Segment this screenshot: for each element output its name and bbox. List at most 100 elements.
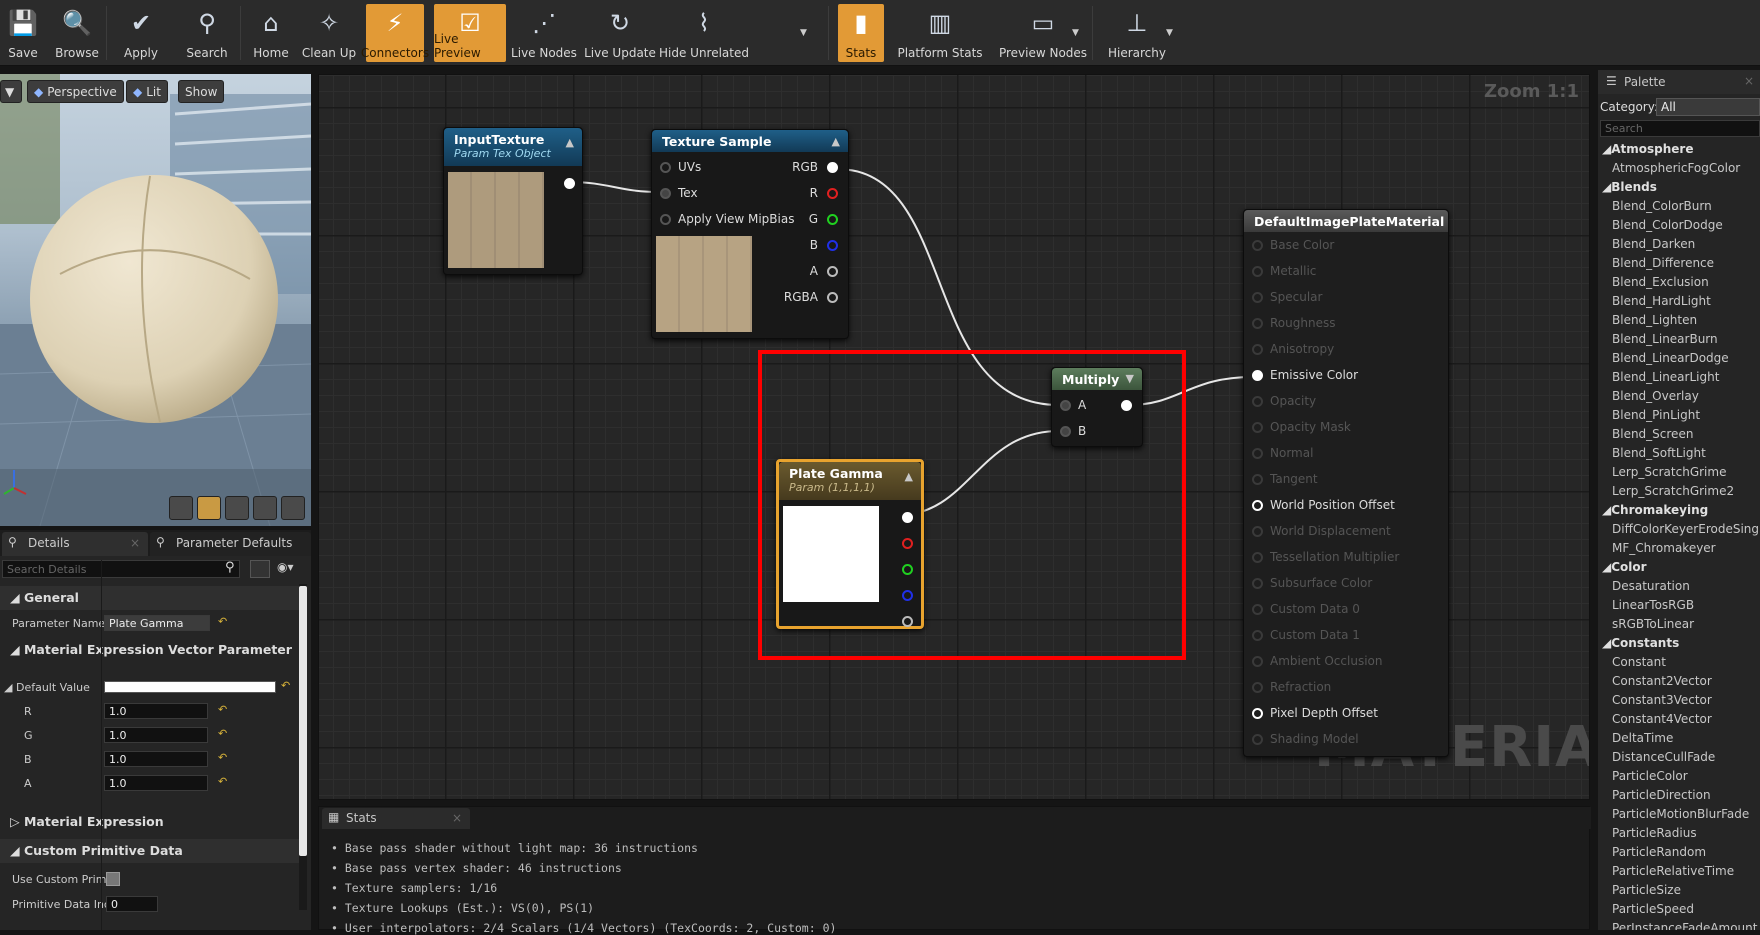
material-pin-metallic[interactable] xyxy=(1252,266,1263,277)
primitive-data-index-field[interactable]: 0 xyxy=(106,896,158,912)
material-pin-emissive-color[interactable] xyxy=(1252,370,1263,381)
viewport-menu-button[interactable]: ▼ xyxy=(0,80,22,103)
node-texture-sample[interactable]: Texture Sample ▲ UVs Tex Apply View MipB… xyxy=(651,129,849,339)
palette-item[interactable]: Blend_LinearDodge xyxy=(1612,351,1729,365)
reset-icon[interactable]: ↶ xyxy=(218,775,227,788)
palette-item[interactable]: Blend_Lighten xyxy=(1612,313,1697,327)
toolbar-button-live-update[interactable]: ↻ Live Update xyxy=(582,4,658,62)
output-pin[interactable] xyxy=(1121,400,1132,411)
palette-item[interactable]: Blend_Exclusion xyxy=(1612,275,1709,289)
palette-item[interactable]: ParticleRelativeTime xyxy=(1612,864,1734,878)
preview-viewport[interactable]: ▼ ◆ Perspective ◆ Lit Show xyxy=(0,74,311,526)
palette-item[interactable]: Lerp_ScratchGrime2 xyxy=(1612,484,1734,498)
material-pin-world-displacement[interactable] xyxy=(1252,526,1263,537)
parameter-name-field[interactable]: Plate Gamma xyxy=(104,615,210,631)
close-icon[interactable]: × xyxy=(130,536,140,550)
palette-item[interactable]: Blend_PinLight xyxy=(1612,408,1700,422)
toolbar-button-clean-up[interactable]: ✧ Clean Up xyxy=(298,4,360,62)
plane-icon[interactable] xyxy=(225,496,249,520)
material-pin-world-position-offset[interactable] xyxy=(1252,500,1263,511)
details-scrollbar[interactable] xyxy=(299,584,307,910)
palette-item[interactable]: ParticleMotionBlurFade xyxy=(1612,807,1749,821)
r-pin[interactable] xyxy=(827,188,838,199)
tex-pin[interactable] xyxy=(660,188,671,199)
palette-item[interactable]: Constant3Vector xyxy=(1612,693,1712,707)
toolbar-button-save[interactable]: 💾 Save xyxy=(4,4,42,62)
palette-item[interactable]: ParticleSize xyxy=(1612,883,1681,897)
material-graph[interactable]: Zoom 1:1 MATERIAL InputTexture Param Tex… xyxy=(318,74,1590,800)
palette-search-input[interactable]: Search xyxy=(1600,120,1760,137)
material-pin-subsurface-color[interactable] xyxy=(1252,578,1263,589)
material-pin-tessellation-multiplier[interactable] xyxy=(1252,552,1263,563)
category-general[interactable]: ◢ General xyxy=(0,586,300,610)
b-input-pin[interactable] xyxy=(1060,426,1071,437)
toolbar-button-live-nodes[interactable]: ⋰ Live Nodes xyxy=(508,4,580,62)
palette-item[interactable]: DeltaTime xyxy=(1612,731,1673,745)
material-pin-normal[interactable] xyxy=(1252,448,1263,459)
view-options-button[interactable] xyxy=(250,560,270,578)
material-pin-tangent[interactable] xyxy=(1252,474,1263,485)
mipbias-pin[interactable] xyxy=(660,214,671,225)
output-pin[interactable] xyxy=(564,178,575,189)
category-vector-parameter[interactable]: ◢ Material Expression Vector Parameter xyxy=(0,638,300,662)
collapse-arrow-icon[interactable]: ▲ xyxy=(905,470,913,483)
palette-item[interactable]: PerInstanceFadeAmount xyxy=(1612,921,1757,930)
rgba-pin[interactable] xyxy=(827,292,838,303)
collapse-arrow-icon[interactable]: ▲ xyxy=(832,135,840,148)
toolbar-button-connectors[interactable]: ⚡ Connectors xyxy=(361,4,429,62)
palette-item[interactable]: Blend_ColorDodge xyxy=(1612,218,1723,232)
a-pin[interactable] xyxy=(827,266,838,277)
palette-item[interactable]: Blend_Screen xyxy=(1612,427,1693,441)
material-pin-base-color[interactable] xyxy=(1252,240,1263,251)
cube-icon[interactable] xyxy=(253,496,277,520)
a-input-pin[interactable] xyxy=(1060,400,1071,411)
close-icon[interactable]: × xyxy=(452,811,462,825)
material-pin-shading-model[interactable] xyxy=(1252,734,1263,745)
toolbar-button-search[interactable]: ⚲ Search xyxy=(172,4,242,62)
g-pin[interactable] xyxy=(902,564,913,575)
collapse-arrow-icon[interactable]: ▲ xyxy=(566,136,574,149)
reset-icon[interactable]: ↶ xyxy=(218,615,227,628)
b-pin[interactable] xyxy=(827,240,838,251)
palette-item[interactable]: ParticleDirection xyxy=(1612,788,1711,802)
sphere-icon[interactable] xyxy=(197,496,221,520)
palette-item[interactable]: DistanceCullFade xyxy=(1612,750,1715,764)
rgb-pin[interactable] xyxy=(902,512,913,523)
palette-item[interactable]: Blend_HardLight xyxy=(1612,294,1711,308)
material-pin-opacity[interactable] xyxy=(1252,396,1263,407)
material-pin-custom-data-0[interactable] xyxy=(1252,604,1263,615)
node-input-texture[interactable]: InputTexture Param Tex Object ▲ xyxy=(443,127,583,275)
palette-item[interactable]: Constant2Vector xyxy=(1612,674,1712,688)
palette-item[interactable]: ParticleSpeed xyxy=(1612,902,1694,916)
category-custom-primitive-data[interactable]: ◢ Custom Primitive Data xyxy=(0,839,300,863)
toolbar-button-apply[interactable]: ✔ Apply xyxy=(112,4,170,62)
toolbar-button-stats[interactable]: ▮ Stats xyxy=(838,4,884,62)
palette-item[interactable]: LinearTosRGB xyxy=(1612,598,1694,612)
tab-palette[interactable]: ☰ Palette × xyxy=(1598,70,1760,94)
default-value-color-swatch[interactable] xyxy=(104,681,276,693)
material-pin-ambient-occlusion[interactable] xyxy=(1252,656,1263,667)
use-custom-checkbox[interactable] xyxy=(106,872,120,886)
category-material-expression[interactable]: ▷ Material Expression xyxy=(0,810,300,834)
hide-unrelated-dropdown[interactable]: ▼ xyxy=(800,28,807,38)
toolbar-button-platform-stats[interactable]: ▥ Platform Stats xyxy=(888,4,992,62)
palette-category[interactable]: ◢Atmosphere xyxy=(1602,142,1693,156)
palette-item[interactable]: DiffColorKeyerErodeSingle xyxy=(1612,522,1760,536)
tab-details[interactable]: ⚲ Details × xyxy=(2,532,148,556)
node-multiply[interactable]: Multiply ▼ A B xyxy=(1051,367,1143,447)
palette-item[interactable]: Constant4Vector xyxy=(1612,712,1712,726)
toolbar-button-browse[interactable]: 🔍 Browse xyxy=(46,4,108,62)
reset-icon[interactable]: ↶ xyxy=(281,679,290,692)
show-button[interactable]: Show xyxy=(178,80,225,103)
palette-item[interactable]: ParticleRadius xyxy=(1612,826,1697,840)
palette-item[interactable]: Blend_LinearBurn xyxy=(1612,332,1718,346)
palette-category[interactable]: ◢Constants xyxy=(1602,636,1679,650)
hierarchy-dropdown[interactable]: ▼ xyxy=(1166,28,1173,38)
palette-item[interactable]: Lerp_ScratchGrime xyxy=(1612,465,1726,479)
palette-item[interactable]: Constant xyxy=(1612,655,1666,669)
reset-icon[interactable]: ↶ xyxy=(218,703,227,716)
material-pin-specular[interactable] xyxy=(1252,292,1263,303)
category-select[interactable]: All xyxy=(1656,98,1760,116)
rgb-pin[interactable] xyxy=(827,162,838,173)
tab-parameter-defaults[interactable]: ⚲ Parameter Defaults xyxy=(150,532,311,556)
